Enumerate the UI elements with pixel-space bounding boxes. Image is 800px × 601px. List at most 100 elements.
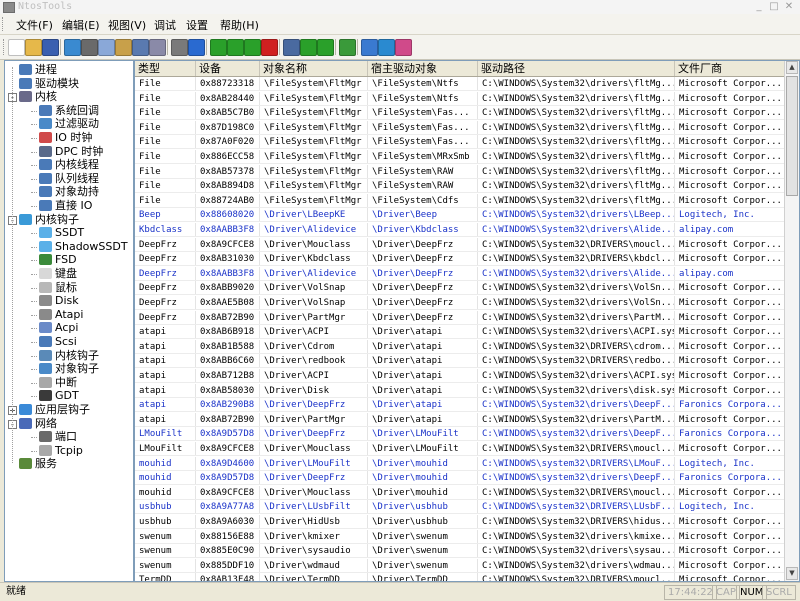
tree-item[interactable]: GDT: [39, 389, 79, 403]
tree-item[interactable]: DPC 时钟: [39, 145, 103, 159]
table-row[interactable]: DeepFrz 0x8ABB9020 \Driver\VolSnap \Driver\…: [135, 281, 785, 296]
table-row[interactable]: atapi 0x8AB1B588 \Driver\Cdrom \Driver\atap…: [135, 339, 785, 354]
print-icon[interactable]: [171, 39, 188, 56]
settings-icon[interactable]: [361, 39, 378, 56]
table-row[interactable]: atapi 0x8AB712B8 \Driver\ACPI \Driver\atapi…: [135, 369, 785, 383]
table-row[interactable]: File 0x87D198C0 \FileSystem\FltMgr \FileSys…: [135, 120, 785, 135]
table-row[interactable]: Kbdclass 0x8AABB3F8 \Driver\Alidevice \Driv…: [135, 223, 785, 237]
tree-item[interactable]: 中断: [39, 376, 77, 390]
tree-item[interactable]: 系统回调: [39, 104, 99, 118]
table-row[interactable]: atapi 0x8AB58030 \Driver\Disk \Driver\atapi…: [135, 383, 785, 398]
refresh-icon[interactable]: [64, 39, 81, 56]
network-icon[interactable]: [339, 39, 356, 56]
table-row[interactable]: DeepFrz 0x8AABB3F8 \Driver\Alidevice \Drive…: [135, 266, 785, 281]
menu-file[interactable]: 文件(F): [16, 17, 53, 33]
menu-settings[interactable]: 设置: [186, 17, 208, 33]
column-header[interactable]: 文件厂商: [675, 61, 785, 76]
table-row[interactable]: DeepFrz 0x8AAE5B08 \Driver\VolSnap \Driver\…: [135, 296, 785, 310]
copy-icon[interactable]: [98, 39, 115, 56]
tree-item[interactable]: Scsi: [39, 335, 77, 349]
tree-item[interactable]: SSDT: [39, 226, 84, 240]
column-header[interactable]: 设备: [196, 61, 260, 76]
table-row[interactable]: mouhid 0x8A9D57D8 \Driver\DeepFrz \Driver\m…: [135, 471, 785, 486]
scroll-thumb[interactable]: [786, 76, 798, 196]
palette-icon[interactable]: [395, 39, 412, 56]
tree-item[interactable]: 过滤驱动: [39, 117, 99, 131]
tree-item[interactable]: 鼠标: [39, 281, 77, 295]
add-icon[interactable]: [210, 39, 227, 56]
tree-item[interactable]: 驱动模块: [19, 77, 79, 91]
run-icon[interactable]: [300, 39, 317, 56]
down-icon[interactable]: [244, 39, 261, 56]
tree-item[interactable]: 对象劫持: [39, 185, 99, 199]
table-row[interactable]: LMouFilt 0x8A9D57D8 \Driver\DeepFrz \Driver…: [135, 427, 785, 442]
tree-item[interactable]: 对象钩子: [39, 362, 99, 376]
column-header[interactable]: 类型: [135, 61, 196, 76]
table-row[interactable]: File 0x88723318 \FileSystem\FltMgr \FileSys…: [135, 77, 785, 91]
tree-item[interactable]: 端口: [39, 430, 77, 444]
menu-edit[interactable]: 编辑(E): [62, 17, 100, 33]
find-icon[interactable]: [132, 39, 149, 56]
tree-item[interactable]: 键盘: [39, 267, 77, 281]
tree-item[interactable]: 进程: [19, 63, 57, 77]
menu-debug[interactable]: 调试: [154, 17, 176, 33]
tree-item[interactable]: ShadowSSDT: [39, 240, 128, 254]
menu-help[interactable]: 帮助(H): [220, 17, 259, 33]
table-row[interactable]: File 0x88724AB0 \FileSystem\FltMgr \FileSys…: [135, 193, 785, 208]
table-row[interactable]: File 0x8AB57378 \FileSystem\FltMgr \FileSys…: [135, 164, 785, 179]
table-row[interactable]: atapi 0x8AB72B90 \Driver\PartMgr \Driver\at…: [135, 412, 785, 427]
table-row[interactable]: swenum 0x885DDF10 \Driver\wdmaud \Driver\sw…: [135, 558, 785, 573]
table-row[interactable]: atapi 0x8AB290B8 \Driver\DeepFrz \Driver\at…: [135, 398, 785, 413]
table-row[interactable]: File 0x8AB894D8 \FileSystem\FltMgr \FileSys…: [135, 179, 785, 194]
tree-item[interactable]: Atapi: [39, 308, 83, 322]
table-row[interactable]: atapi 0x8ABB6C60 \Driver\redbook \Driver\at…: [135, 354, 785, 369]
table-row[interactable]: swenum 0x88156E88 \Driver\kmixer \Driver\sw…: [135, 529, 785, 544]
table-row[interactable]: File 0x87A0F020 \FileSystem\FltMgr \FileSys…: [135, 135, 785, 150]
table-row[interactable]: File 0x8AB28440 \FileSystem\FltMgr \FileSys…: [135, 91, 785, 106]
globe-icon[interactable]: [378, 39, 395, 56]
tree-item[interactable]: Tcpip: [39, 444, 83, 458]
tree-item[interactable]: 服务: [19, 457, 57, 471]
table-row[interactable]: File 0x886ECC58 \FileSystem\FltMgr \FileSys…: [135, 150, 785, 164]
table-row[interactable]: DeepFrz 0x8AB31030 \Driver\Kbdclass \Driver…: [135, 252, 785, 267]
tree-item[interactable]: 内核线程: [39, 158, 99, 172]
tree-item[interactable]: 队列线程: [39, 172, 99, 186]
search-icon[interactable]: [283, 39, 300, 56]
table-row[interactable]: atapi 0x8AB6B918 \Driver\ACPI \Driver\atapi…: [135, 325, 785, 340]
table-row[interactable]: mouhid 0x8A9D4600 \Driver\LMouFilt \Driver\…: [135, 456, 785, 471]
tree-item[interactable]: Acpi: [39, 321, 78, 335]
scroll-down-icon[interactable]: ▼: [786, 567, 798, 580]
up-icon[interactable]: [227, 39, 244, 56]
tree-item[interactable]: IO 时钟: [39, 131, 92, 145]
new-file-icon[interactable]: [8, 39, 25, 56]
scroll-up-icon[interactable]: ▲: [786, 61, 798, 74]
table-row[interactable]: DeepFrz 0x8AB72B90 \Driver\PartMgr \Driver\…: [135, 310, 785, 325]
tree-item[interactable]: 内核钩子: [19, 213, 79, 227]
close-icon[interactable]: ✕: [782, 1, 796, 13]
menu-view[interactable]: 视图(V): [108, 17, 146, 33]
tree-item[interactable]: 内核: [19, 90, 57, 104]
column-header[interactable]: 宿主驱动对象: [368, 61, 478, 76]
table-row[interactable]: mouhid 0x8A9CFCE8 \Driver\Mouclass \Driver\…: [135, 485, 785, 500]
paste-icon[interactable]: [115, 39, 132, 56]
table-row[interactable]: TermDD 0x8AB13F48 \Driver\TermDD \Driver\Te…: [135, 573, 785, 581]
table-row[interactable]: File 0x8AB5C7B0 \FileSystem\FltMgr \FileSys…: [135, 106, 785, 121]
tree-item[interactable]: Disk: [39, 294, 79, 308]
column-header[interactable]: 驱动路径: [478, 61, 675, 76]
tree-item[interactable]: 应用层钩子: [19, 403, 90, 417]
save-icon[interactable]: [42, 39, 59, 56]
maximize-icon[interactable]: □: [767, 1, 781, 13]
table-row[interactable]: swenum 0x885E0C90 \Driver\sysaudio \Driver\…: [135, 544, 785, 559]
table-row[interactable]: DeepFrz 0x8A9CFCE8 \Driver\Mouclass \Driver…: [135, 237, 785, 252]
table-row[interactable]: LMouFilt 0x8A9CFCE8 \Driver\Mouclass \Drive…: [135, 442, 785, 456]
help-icon[interactable]: [188, 39, 205, 56]
delete-icon[interactable]: [261, 39, 278, 56]
table-row[interactable]: usbhub 0x8A9A77A8 \Driver\LUsbFilt \Driver\…: [135, 500, 785, 515]
pause-icon[interactable]: [317, 39, 334, 56]
open-folder-icon[interactable]: [25, 39, 42, 56]
column-header[interactable]: 对象名称: [260, 61, 368, 76]
tree-item[interactable]: FSD: [39, 253, 77, 267]
tree-item[interactable]: 直接 IO: [39, 199, 92, 213]
cut-icon[interactable]: [81, 39, 98, 56]
table-row[interactable]: Beep 0x88608020 \Driver\LBeepKE \Driver\Bee…: [135, 208, 785, 223]
